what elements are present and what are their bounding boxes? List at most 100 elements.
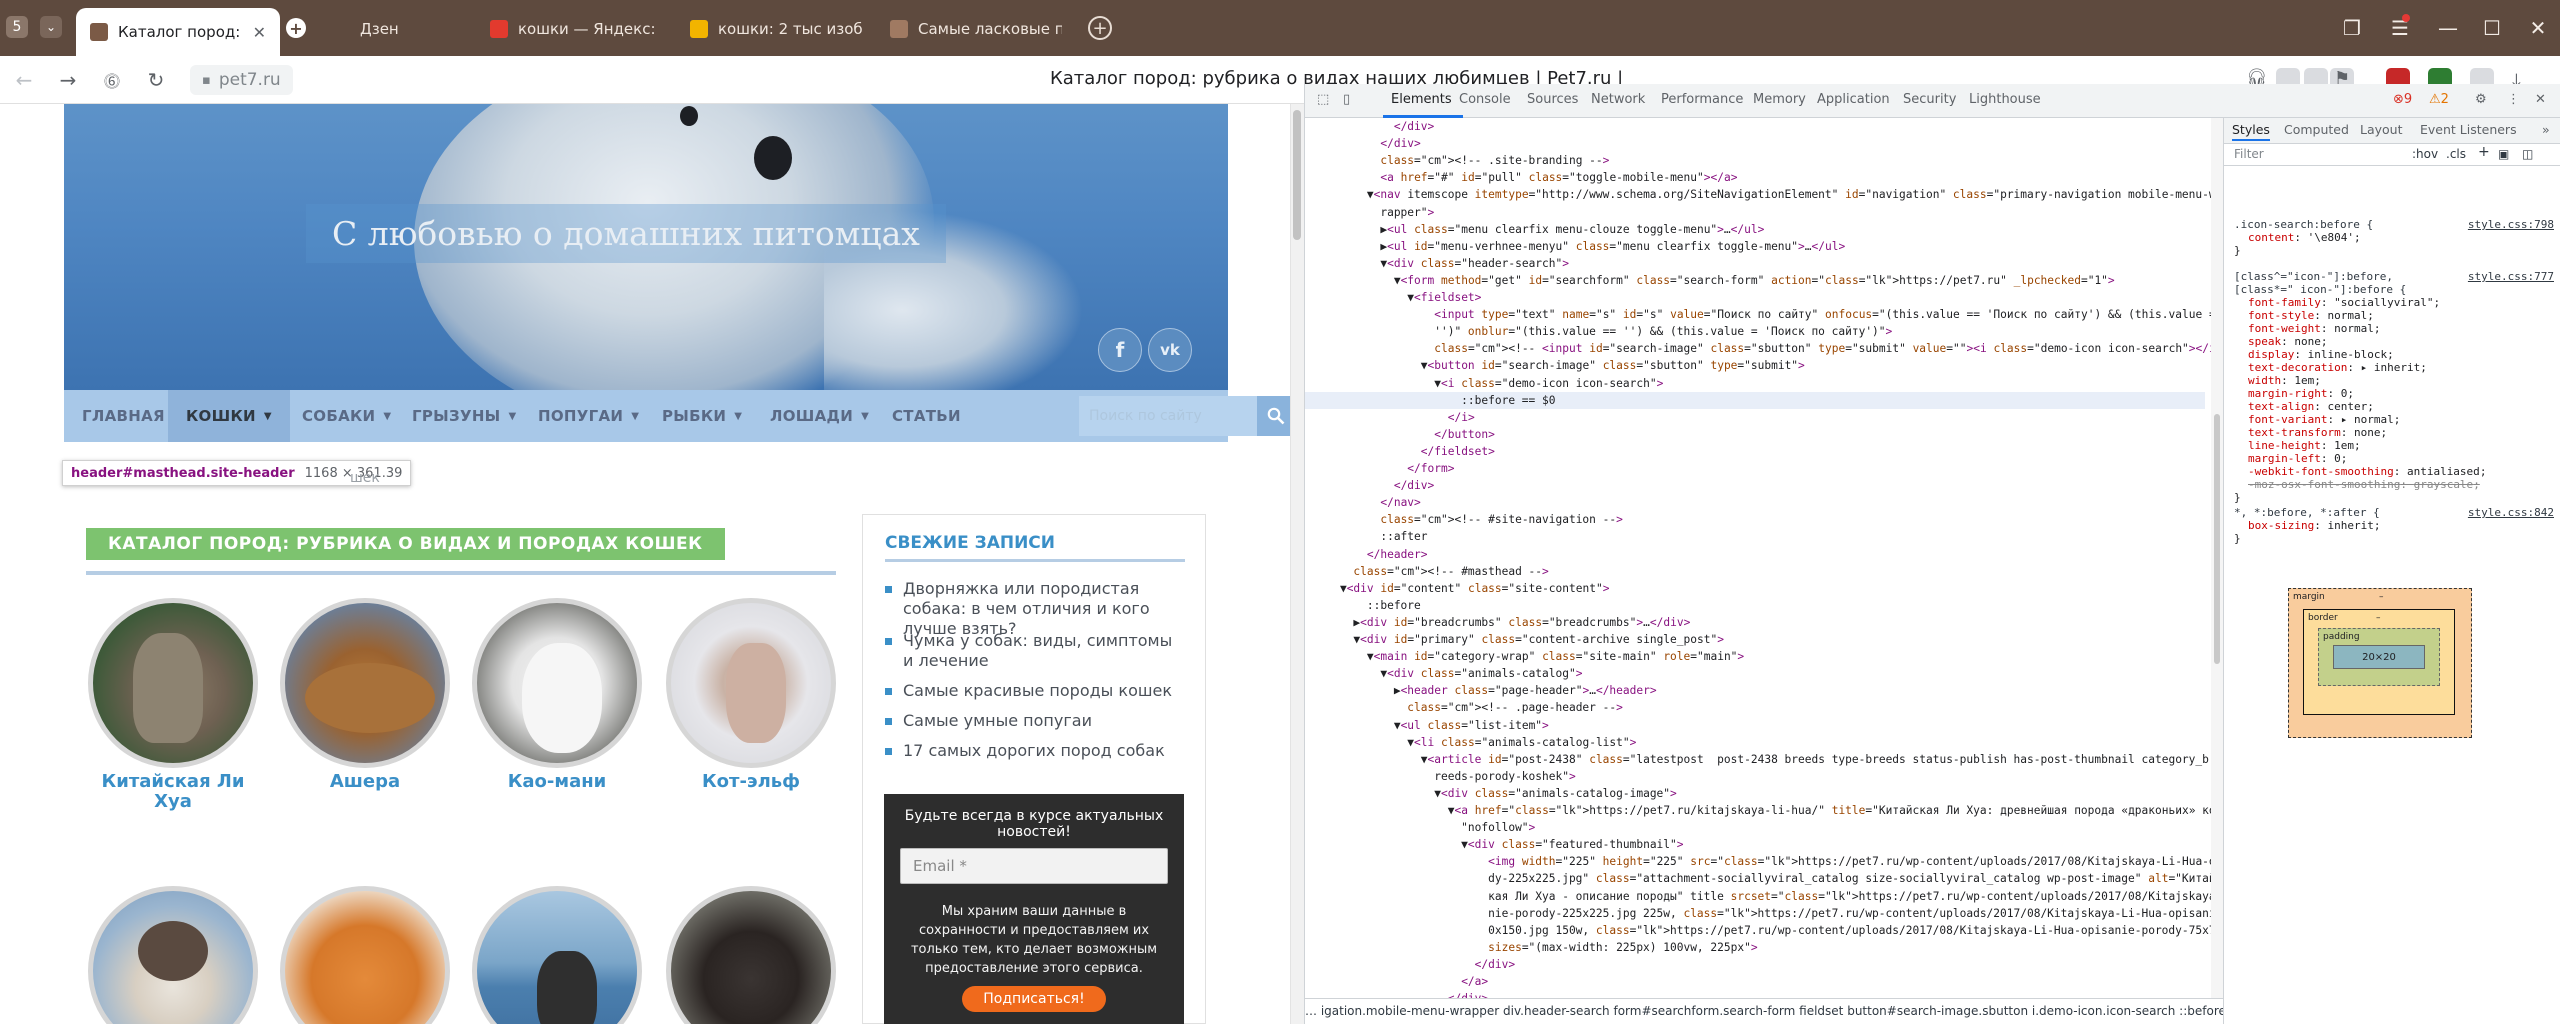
more-options-icon[interactable]: ⋮ bbox=[2507, 92, 2520, 107]
dom-node-line[interactable]: </form> bbox=[1305, 460, 2205, 477]
pet-name[interactable]: Ашера bbox=[280, 772, 450, 792]
close-tab-icon[interactable]: ✕ bbox=[253, 23, 266, 42]
email-field[interactable]: Email * bbox=[900, 848, 1168, 884]
tab-dzen[interactable]: Дзен bbox=[346, 10, 456, 48]
menu-item-home[interactable]: ГЛАВНАЯ bbox=[64, 390, 183, 442]
dom-node-line[interactable]: ▶<ul id="menu-verhnee-menyu" class="menu… bbox=[1305, 238, 2205, 255]
warning-count-badge[interactable]: ⚠2 bbox=[2429, 92, 2449, 107]
menu-item-parrots[interactable]: ПОПУГАИ ▼ bbox=[520, 390, 657, 442]
profile-icon[interactable]: 5 bbox=[6, 16, 28, 38]
recent-post-link[interactable]: Самые красивые породы кошек bbox=[885, 681, 1185, 701]
pet-card[interactable]: Китайская Ли Хуа bbox=[88, 598, 258, 812]
new-tab-plus-icon[interactable]: + bbox=[286, 18, 306, 38]
dom-node-line[interactable]: </div> bbox=[1305, 135, 2205, 152]
dom-node-line[interactable]: class="cm"><!-- .site-branding --> bbox=[1305, 152, 2205, 169]
pet-name[interactable]: Кот-эльф bbox=[666, 772, 836, 792]
menu-item-cats[interactable]: КОШКИ ▼ bbox=[168, 390, 290, 442]
tab-console[interactable]: Console bbox=[1459, 92, 1511, 107]
settings-gear-icon[interactable]: ⚙ bbox=[2475, 92, 2487, 107]
dom-node-line[interactable]: </div> bbox=[1305, 990, 2205, 998]
tab-styles[interactable]: Styles bbox=[2232, 123, 2270, 141]
pet-photo[interactable] bbox=[666, 886, 836, 1024]
pet-photo[interactable] bbox=[280, 598, 450, 768]
dom-node-line[interactable]: <input type="text" name="s" id="s" value… bbox=[1305, 306, 2215, 323]
css-declaration[interactable]: box-sizing: inherit; bbox=[2234, 519, 2554, 532]
dom-node-line[interactable]: ::before bbox=[1305, 597, 2205, 614]
menu-item-horses[interactable]: ЛОШАДИ ▼ bbox=[752, 390, 887, 442]
site-search-input[interactable]: Поиск по сайту bbox=[1079, 396, 1257, 436]
dom-node-line[interactable]: <img width="225" height="225" src="class… bbox=[1305, 853, 2215, 870]
dom-node-line[interactable]: class="cm"><!-- #site-navigation --> bbox=[1305, 511, 2205, 528]
dom-node-line[interactable]: ▼<article id="post-2438" class="latestpo… bbox=[1305, 751, 2209, 768]
dom-node-line[interactable]: ▶<ul class="menu clearfix menu-clouze to… bbox=[1305, 221, 2205, 238]
device-toolbar-icon[interactable]: ▯ bbox=[1343, 92, 1350, 107]
dom-node-line[interactable]: </fieldset> bbox=[1305, 443, 2205, 460]
css-declaration[interactable]: display: inline-block; bbox=[2234, 348, 2554, 361]
dom-node-line[interactable]: ▼<div id="content" class="site-content"> bbox=[1305, 580, 2205, 597]
css-rule-source-link[interactable]: style.css:777 bbox=[2468, 270, 2554, 283]
dom-node-line[interactable]: 0x150.jpg 150w, class="lk">https://pet7.… bbox=[1305, 922, 2215, 939]
css-rule[interactable]: *, *:before, *:after {style.css:842 box-s… bbox=[2234, 506, 2554, 545]
css-declaration[interactable]: font-style: normal; bbox=[2234, 309, 2554, 322]
tab-affectionate-breeds[interactable]: Самые ласковые породы bbox=[876, 10, 1076, 48]
css-rule-source-link[interactable]: style.css:798 bbox=[2468, 218, 2554, 231]
tab-application[interactable]: Application bbox=[1817, 92, 1890, 107]
dom-node-line[interactable]: rapper"> bbox=[1305, 204, 2205, 221]
pet-photo[interactable] bbox=[472, 598, 642, 768]
elements-scrollbar-thumb[interactable] bbox=[2214, 414, 2220, 664]
tab-catalog[interactable]: Каталог пород: рубрик ✕ bbox=[76, 8, 280, 56]
menu-item-dogs[interactable]: СОБАКИ ▼ bbox=[284, 390, 409, 442]
styles-filter-input[interactable]: Filter bbox=[2234, 148, 2264, 161]
tab-layout[interactable]: Layout bbox=[2360, 123, 2403, 136]
dom-node-line[interactable]: '')" onblur="(this.value == '') && (this… bbox=[1305, 323, 2205, 340]
dom-node-line[interactable]: кая Ли Хуа - описание породы" title srcs… bbox=[1305, 888, 2215, 905]
css-declaration[interactable]: margin-left: 0; bbox=[2234, 452, 2554, 465]
new-tab-button[interactable]: + bbox=[1088, 16, 1112, 40]
dom-node-line[interactable]: </nav> bbox=[1305, 494, 2205, 511]
dom-node-line[interactable]: </i> bbox=[1305, 409, 2205, 426]
css-declaration[interactable]: content: '\e804'; bbox=[2234, 231, 2554, 244]
error-count-badge[interactable]: ⊗9 bbox=[2393, 92, 2412, 107]
dom-node-line[interactable]: ▼<form method="get" id="searchform" clas… bbox=[1305, 272, 2205, 289]
forward-arrow-icon[interactable]: → bbox=[54, 66, 82, 94]
dom-node-line[interactable]: </div> bbox=[1305, 477, 2205, 494]
computed-sidebar-icon[interactable]: ◫ bbox=[2522, 148, 2533, 161]
dom-breadcrumb-path[interactable]: … igation.mobile-menu-wrapper div.header… bbox=[1305, 1004, 2223, 1018]
yandex-protect-icon[interactable]: ⓺ bbox=[98, 66, 126, 94]
hover-state-toggle[interactable]: :hov bbox=[2412, 148, 2438, 161]
dom-node-line[interactable]: ▶<header class="page-header">…</header> bbox=[1305, 682, 2205, 699]
css-declaration[interactable]: margin-right: 0; bbox=[2234, 387, 2554, 400]
dom-node-line[interactable]: <a href="#" id="pull" class="toggle-mobi… bbox=[1305, 169, 2205, 186]
menu-item-fish[interactable]: РЫБКИ ▼ bbox=[644, 390, 760, 442]
page-scrollbar-thumb[interactable] bbox=[1293, 110, 1301, 240]
dom-node-line[interactable]: "nofollow"> bbox=[1305, 819, 2205, 836]
css-declaration[interactable]: -webkit-font-smoothing: antialiased; bbox=[2234, 465, 2554, 478]
dom-node-line[interactable]: </div> bbox=[1305, 118, 2205, 135]
tab-event-listeners[interactable]: Event Listeners bbox=[2420, 123, 2517, 136]
pet-card[interactable] bbox=[280, 886, 450, 1024]
dom-node-line[interactable]: </div> bbox=[1305, 956, 2205, 973]
dom-node-line[interactable]: dy-225x225.jpg" class="attachment-social… bbox=[1305, 870, 2215, 887]
maximize-icon[interactable]: ☐ bbox=[2476, 12, 2508, 44]
recent-post-link[interactable]: Чумка у собак: виды, симптомы и лечение bbox=[885, 631, 1185, 671]
inspect-element-icon[interactable]: ⬚ bbox=[1317, 92, 1329, 107]
tab-list-chevron-icon[interactable]: ⌄ bbox=[40, 16, 62, 38]
dom-node-line[interactable]: ▼<div class="animals-catalog"> bbox=[1305, 665, 2205, 682]
dom-node-line[interactable]: ▼<button id="search-image" class="sbutto… bbox=[1305, 357, 2205, 374]
dom-node-line[interactable]: ▶<div id="breadcrumbs" class="breadcrumb… bbox=[1305, 614, 2205, 631]
pet-name[interactable]: Китайская Ли Хуа bbox=[88, 772, 258, 812]
tab-lighthouse[interactable]: Lighthouse bbox=[1969, 92, 2041, 107]
element-state-icon[interactable]: ▣ bbox=[2498, 148, 2509, 161]
recent-post-link[interactable]: Дворняжка или породистая собака: в чем о… bbox=[885, 579, 1185, 639]
close-devtools-icon[interactable]: ✕ bbox=[2535, 92, 2546, 107]
url-field[interactable]: ▪ pet7.ru bbox=[190, 65, 293, 95]
pet-card[interactable]: Кот-эльф bbox=[666, 598, 836, 792]
css-declaration[interactable]: font-weight: normal; bbox=[2234, 322, 2554, 335]
dom-node-line[interactable]: ▼<li class="animals-catalog-list"> bbox=[1305, 734, 2205, 751]
css-declaration[interactable]: -moz-osx-font-smoothing: grayscale; bbox=[2234, 478, 2554, 491]
class-toggle[interactable]: .cls bbox=[2446, 148, 2466, 161]
dom-node-line[interactable]: ▼<div class="featured-thumbnail"> bbox=[1305, 836, 2205, 853]
menu-icon[interactable]: ☰ bbox=[2384, 12, 2416, 44]
back-arrow-icon[interactable]: ← bbox=[10, 66, 38, 94]
dom-node-line[interactable]: ▼<nav itemscope itemtype="http://www.sch… bbox=[1305, 186, 2215, 203]
